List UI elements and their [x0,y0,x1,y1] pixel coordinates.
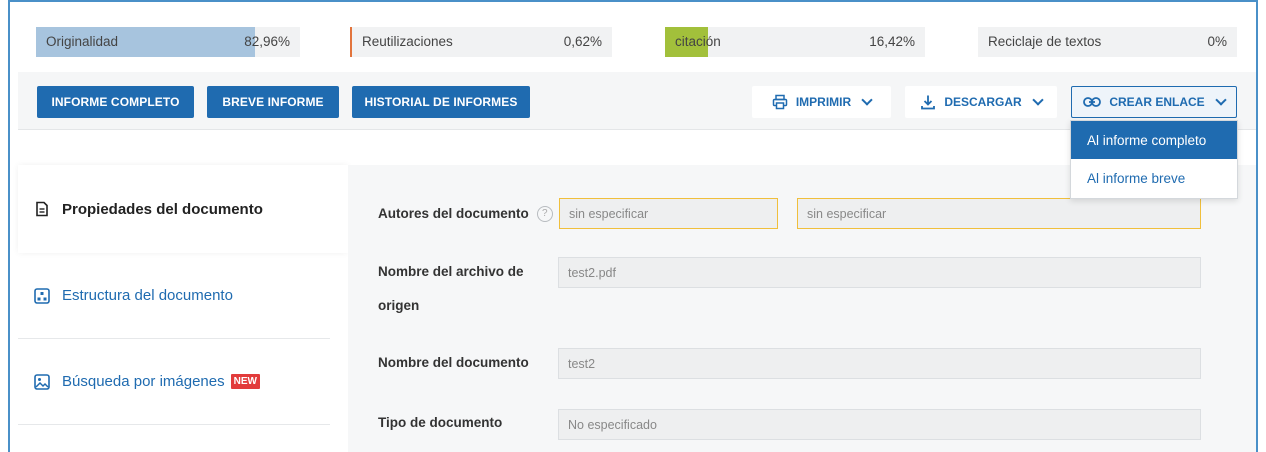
source-file-label: Nombre del archivo de origen [378,264,524,313]
download-label: DESCARGAR [944,95,1022,109]
document-type-field: No especificado [558,409,1201,440]
document-icon [34,201,50,217]
sidebar-item-label: Búsqueda por imágenes [62,373,225,390]
citation-metric: citación 16,42% [665,27,925,57]
report-history-button[interactable]: HISTORIAL DE INFORMES [352,86,530,118]
print-label: IMPRIMIR [795,95,852,109]
help-icon[interactable]: ? [536,206,553,223]
sidebar-item-image-search[interactable]: Búsqueda por imágenes NEW [18,339,330,425]
menu-item-full-report-link[interactable]: Al informe completo [1071,121,1237,159]
document-type-label: Tipo de documento [378,415,503,430]
create-link-label: CREAR ENLACE [1109,95,1205,109]
full-report-button[interactable]: INFORME COMPLETO [37,86,194,118]
source-file-field: test2.pdf [558,257,1201,288]
document-name-label: Nombre del documento [378,355,529,370]
authors-label-row: Autores del documento? [378,197,553,231]
author-first-name-field[interactable]: sin especificar [559,198,778,229]
new-badge: NEW [230,374,260,389]
metric-name: Reutilizaciones [362,34,453,49]
metric-value: 82,96% [244,34,290,49]
chevron-down-icon [1215,94,1227,106]
sidebar-item-document-structure[interactable]: Estructura del documento [18,253,330,339]
metric-value: 0,62% [563,34,602,49]
document-name-field: test2 [558,348,1201,379]
metric-value: 16,42% [869,34,915,49]
printer-icon [772,94,788,110]
download-icon [920,94,936,110]
metric-name: Originalidad [46,34,119,49]
structure-icon [34,287,50,304]
download-button[interactable]: DESCARGAR [905,86,1057,118]
reuse-metric: Reutilizaciones 0,62% [350,27,612,57]
menu-item-brief-report-link[interactable]: Al informe breve [1071,159,1237,197]
brief-report-button[interactable]: BREVE INFORME [207,86,339,118]
originality-metric: Originalidad 82,96% [36,27,300,57]
print-button[interactable]: IMPRIMIR [752,86,891,118]
chevron-down-icon [1032,94,1044,106]
authors-label: Autores del documento [378,206,529,221]
sidebar-item-label: Estructura del documento [62,287,233,304]
link-icon [1083,96,1102,108]
chevron-down-icon [861,94,873,106]
create-link-button[interactable]: CREAR ENLACE [1071,86,1237,118]
metric-value: 0% [1207,34,1227,49]
text-recycling-metric: Reciclaje de textos 0% [978,27,1237,57]
sidebar-item-document-properties[interactable]: Propiedades del documento [18,165,348,253]
author-last-name-field[interactable]: sin especificar [797,198,1201,229]
sidebar-item-label: Propiedades del documento [62,200,263,218]
image-icon [34,373,50,390]
metric-name: citación [675,34,721,49]
metric-name: Reciclaje de textos [988,34,1102,49]
create-link-menu: Al informe completo Al informe breve [1070,120,1238,199]
